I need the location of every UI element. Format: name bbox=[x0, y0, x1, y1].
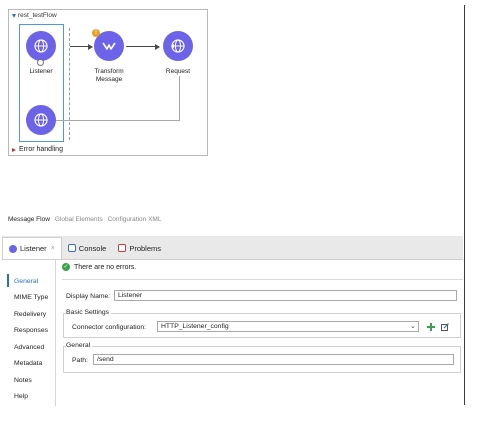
transform-message-label: Transform Message bbox=[94, 68, 124, 83]
tab-configuration-xml[interactable]: Configuration XML bbox=[108, 216, 162, 223]
transform-icon bbox=[102, 42, 116, 50]
connector-arrow bbox=[70, 43, 93, 50]
nav-item-notes[interactable]: Notes bbox=[14, 377, 32, 384]
display-name-input[interactable]: Listener bbox=[114, 290, 457, 301]
connector-config-label: Connector configuration: bbox=[72, 324, 147, 331]
source-badge-icon bbox=[37, 59, 44, 66]
error-handling-section[interactable]: Error handling bbox=[12, 146, 63, 153]
console-icon bbox=[67, 244, 76, 252]
connector-config-value: HTTP_Listener_config bbox=[161, 323, 229, 330]
close-icon[interactable]: × bbox=[51, 245, 55, 252]
editor-tab-bar: Message Flow Global Elements Configurati… bbox=[8, 216, 161, 223]
tab-console-label: Console bbox=[78, 243, 107, 253]
problems-icon bbox=[118, 244, 127, 252]
add-icon[interactable] bbox=[427, 323, 435, 331]
flow-title[interactable]: rest_testFlow bbox=[12, 12, 57, 19]
nav-item-mime-type[interactable]: MIME Type bbox=[14, 294, 48, 301]
tab-listener-label: Listener bbox=[20, 244, 47, 253]
nav-item-advanced[interactable]: Advanced bbox=[14, 344, 44, 351]
nav-item-metadata[interactable]: Metadata bbox=[14, 360, 42, 367]
status-text: There are no errors. bbox=[74, 263, 137, 271]
expand-icon[interactable] bbox=[12, 147, 16, 152]
path-label: Path: bbox=[72, 357, 88, 364]
connector-config-select[interactable]: HTTP_Listener_config ⌄ bbox=[157, 321, 419, 332]
nav-item-general[interactable]: General bbox=[14, 278, 38, 285]
listener-response-node[interactable] bbox=[26, 105, 56, 135]
listener-icon bbox=[9, 244, 17, 253]
tab-listener[interactable]: Listener × bbox=[2, 237, 62, 259]
connector-arrow bbox=[126, 43, 160, 50]
nav-item-help[interactable]: Help bbox=[14, 393, 28, 400]
tab-problems[interactable]: Problems bbox=[112, 237, 167, 259]
chevron-down-icon[interactable]: ⌄ bbox=[410, 322, 416, 331]
collapse-icon[interactable] bbox=[12, 13, 16, 18]
flow-canvas[interactable]: rest_testFlow Listener ! Transform Messa… bbox=[8, 9, 208, 156]
nav-active-indicator bbox=[7, 274, 9, 287]
nav-item-responses[interactable]: Responses bbox=[14, 327, 48, 334]
basic-settings-title: Basic Settings bbox=[66, 309, 112, 316]
globe-icon bbox=[34, 113, 48, 127]
warning-icon: ! bbox=[92, 29, 100, 37]
tab-global-elements[interactable]: Global Elements bbox=[55, 216, 103, 223]
tab-console[interactable]: Console bbox=[62, 237, 113, 259]
tab-message-flow[interactable]: Message Flow bbox=[8, 216, 50, 223]
edit-icon[interactable] bbox=[441, 323, 449, 331]
return-line bbox=[55, 120, 180, 121]
path-input[interactable]: /send bbox=[93, 354, 454, 365]
general-title: General bbox=[66, 342, 93, 349]
globe-icon bbox=[34, 39, 48, 53]
request-node[interactable] bbox=[163, 31, 193, 61]
vertical-divider bbox=[464, 5, 465, 405]
flow-title-label: rest_testFlow bbox=[18, 12, 57, 19]
separator bbox=[62, 279, 463, 280]
tab-problems-label: Problems bbox=[129, 243, 161, 253]
nav-item-redelivery[interactable]: Redelivery bbox=[14, 311, 46, 318]
listener-node[interactable] bbox=[26, 31, 56, 61]
display-name-label: Display Name: bbox=[66, 293, 111, 300]
return-line bbox=[179, 76, 180, 121]
request-label: Request bbox=[165, 68, 191, 75]
panel-tab-bar: Listener × Console Problems bbox=[2, 236, 463, 260]
lane-separator bbox=[69, 28, 70, 140]
http-request-icon bbox=[171, 39, 185, 53]
error-handling-label: Error handling bbox=[19, 146, 63, 153]
check-icon: ✓ bbox=[62, 263, 70, 271]
validation-status: ✓ There are no errors. bbox=[62, 263, 136, 271]
listener-label: Listener bbox=[29, 68, 53, 75]
properties-nav: General MIME Type Redelivery Responses A… bbox=[2, 260, 56, 406]
